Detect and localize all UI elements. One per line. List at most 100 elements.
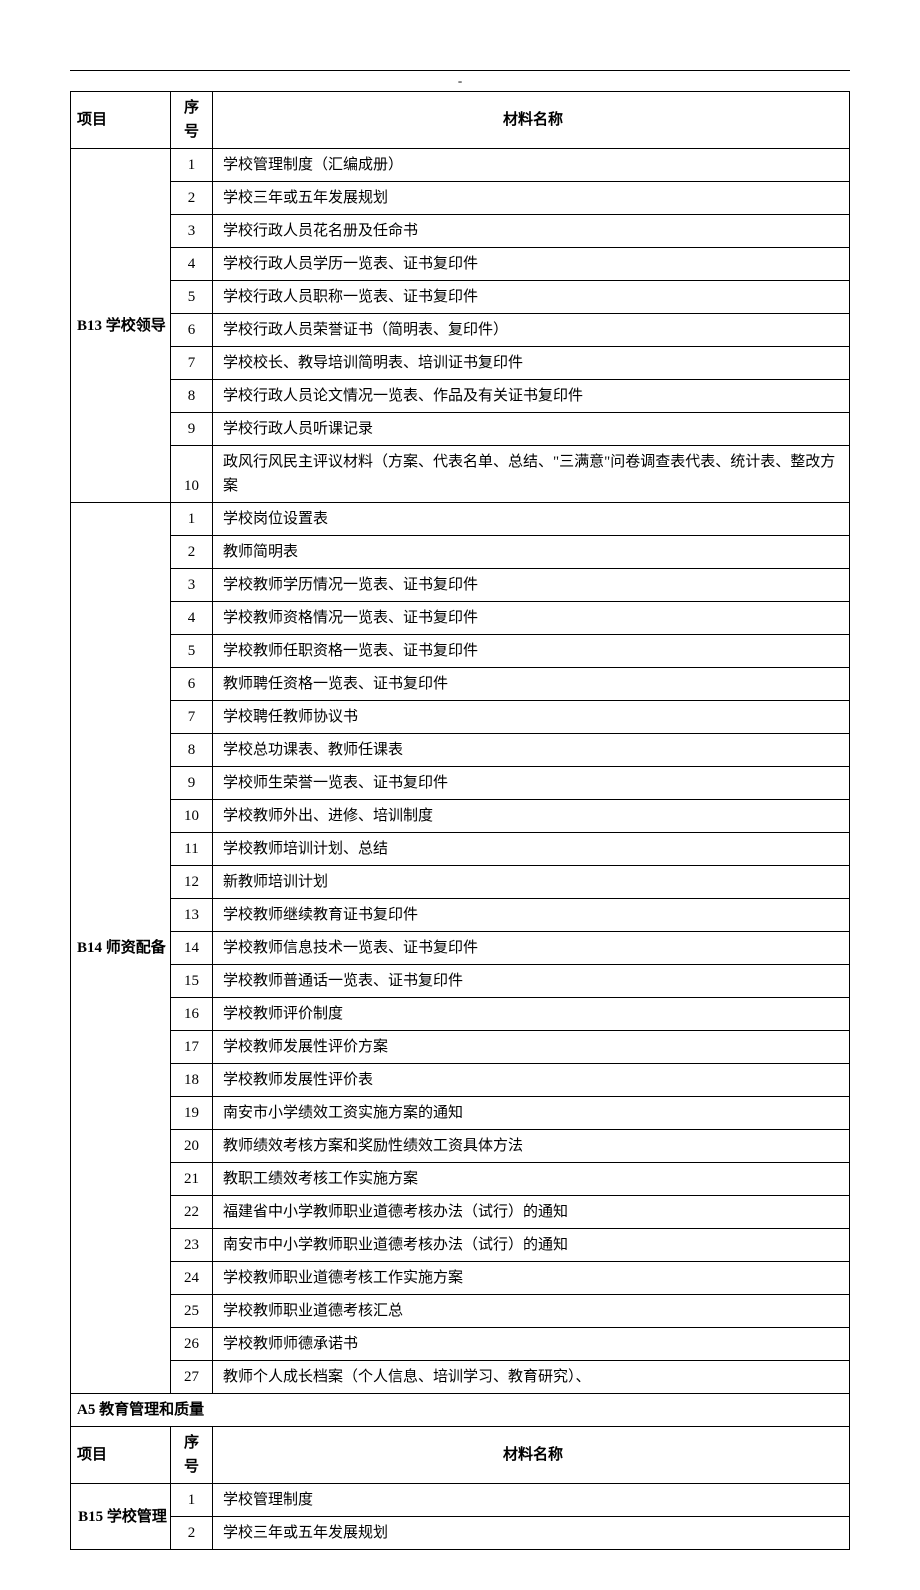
seq-cell: 1: [171, 503, 213, 536]
seq-cell: 26: [171, 1328, 213, 1361]
section-a5-heading: A5 教育管理和质量: [71, 1394, 850, 1427]
table-row: 6教师聘任资格一览表、证书复印件: [71, 668, 850, 701]
table-row: 7学校校长、教导培训简明表、培训证书复印件: [71, 347, 850, 380]
materials-table: 项目 序号 材料名称 B13 学校领导 1 学校管理制度（汇编成册） 2学校三年…: [70, 91, 850, 1550]
seq-cell: 24: [171, 1262, 213, 1295]
header-name: 材料名称: [213, 92, 850, 149]
table-row: 13学校教师继续教育证书复印件: [71, 899, 850, 932]
seq-cell: 12: [171, 866, 213, 899]
name-cell: 学校教师师德承诺书: [213, 1328, 850, 1361]
project-b13: B13 学校领导: [71, 149, 171, 503]
seq-cell: 16: [171, 998, 213, 1031]
header-project: 项目: [71, 92, 171, 149]
name-cell: 教师个人成长档案（个人信息、培训学习、教育研究）、: [213, 1361, 850, 1394]
seq-cell: 3: [171, 215, 213, 248]
table-row: 5学校教师任职资格一览表、证书复印件: [71, 635, 850, 668]
project-b14: B14 师资配备: [71, 503, 171, 1394]
seq-cell: 8: [171, 380, 213, 413]
name-cell: 学校教师继续教育证书复印件: [213, 899, 850, 932]
name-cell: 南安市中小学教师职业道德考核办法（试行）的通知: [213, 1229, 850, 1262]
seq-cell: 20: [171, 1130, 213, 1163]
name-cell: 南安市小学绩效工资实施方案的通知: [213, 1097, 850, 1130]
name-cell: 学校教师信息技术一览表、证书复印件: [213, 932, 850, 965]
seq-cell: 7: [171, 701, 213, 734]
name-cell: 学校教师资格情况一览表、证书复印件: [213, 602, 850, 635]
name-cell: 学校聘任教师协议书: [213, 701, 850, 734]
table-row: 8学校行政人员论文情况一览表、作品及有关证书复印件: [71, 380, 850, 413]
name-cell: 学校行政人员听课记录: [213, 413, 850, 446]
name-cell: 学校教师发展性评价方案: [213, 1031, 850, 1064]
seq-cell: 2: [171, 1517, 213, 1550]
table-row: 4学校行政人员学历一览表、证书复印件: [71, 248, 850, 281]
name-cell: 学校教师职业道德考核汇总: [213, 1295, 850, 1328]
header-project-2: 项目: [71, 1427, 171, 1484]
name-cell: 学校行政人员学历一览表、证书复印件: [213, 248, 850, 281]
seq-cell: 10: [171, 446, 213, 503]
table-row: 20教师绩效考核方案和奖励性绩效工资具体方法: [71, 1130, 850, 1163]
seq-cell: 5: [171, 281, 213, 314]
seq-cell: 25: [171, 1295, 213, 1328]
seq-cell: 19: [171, 1097, 213, 1130]
header-name-2: 材料名称: [213, 1427, 850, 1484]
table-row: 18学校教师发展性评价表: [71, 1064, 850, 1097]
seq-cell: 4: [171, 602, 213, 635]
table-row: 24学校教师职业道德考核工作实施方案: [71, 1262, 850, 1295]
name-cell: 学校行政人员荣誉证书（简明表、复印件）: [213, 314, 850, 347]
table-row: 16学校教师评价制度: [71, 998, 850, 1031]
name-cell: 学校师生荣誉一览表、证书复印件: [213, 767, 850, 800]
name-cell: 学校岗位设置表: [213, 503, 850, 536]
seq-cell: 8: [171, 734, 213, 767]
table-row: 11学校教师培训计划、总结: [71, 833, 850, 866]
seq-cell: 5: [171, 635, 213, 668]
table-row: 22福建省中小学教师职业道德考核办法（试行）的通知: [71, 1196, 850, 1229]
name-cell: 学校行政人员论文情况一览表、作品及有关证书复印件: [213, 380, 850, 413]
section-a5-row: A5 教育管理和质量: [71, 1394, 850, 1427]
name-cell: 学校三年或五年发展规划: [213, 182, 850, 215]
table-row: 15学校教师普通话一览表、证书复印件: [71, 965, 850, 998]
table-row: 9学校行政人员听课记录: [71, 413, 850, 446]
table-row: B15 学校管理 1 学校管理制度: [71, 1484, 850, 1517]
table-row: 14学校教师信息技术一览表、证书复印件: [71, 932, 850, 965]
name-cell: 学校管理制度: [213, 1484, 850, 1517]
name-cell: 学校校长、教导培训简明表、培训证书复印件: [213, 347, 850, 380]
project-b15: B15 学校管理: [71, 1484, 171, 1550]
seq-cell: 23: [171, 1229, 213, 1262]
page-top-rule: [70, 70, 850, 71]
table-row: 12新教师培训计划: [71, 866, 850, 899]
table-row: 10政风行风民主评议材料（方案、代表名单、总结、"三满意"问卷调查表代表、统计表…: [71, 446, 850, 503]
table-row: 17学校教师发展性评价方案: [71, 1031, 850, 1064]
table-row: 25学校教师职业道德考核汇总: [71, 1295, 850, 1328]
table-row: B13 学校领导 1 学校管理制度（汇编成册）: [71, 149, 850, 182]
name-cell: 学校教师学历情况一览表、证书复印件: [213, 569, 850, 602]
name-cell: 教师聘任资格一览表、证书复印件: [213, 668, 850, 701]
name-cell: 学校管理制度（汇编成册）: [213, 149, 850, 182]
seq-cell: 2: [171, 182, 213, 215]
table-row: 5学校行政人员职称一览表、证书复印件: [71, 281, 850, 314]
table-row: B14 师资配备 1 学校岗位设置表: [71, 503, 850, 536]
name-cell: 学校教师任职资格一览表、证书复印件: [213, 635, 850, 668]
seq-cell: 1: [171, 1484, 213, 1517]
name-cell: 教职工绩效考核工作实施方案: [213, 1163, 850, 1196]
name-cell: 福建省中小学教师职业道德考核办法（试行）的通知: [213, 1196, 850, 1229]
seq-cell: 21: [171, 1163, 213, 1196]
seq-cell: 6: [171, 314, 213, 347]
seq-cell: 2: [171, 536, 213, 569]
table-row: 4学校教师资格情况一览表、证书复印件: [71, 602, 850, 635]
table-header-row-2: 项目 序号 材料名称: [71, 1427, 850, 1484]
name-cell: 学校教师普通话一览表、证书复印件: [213, 965, 850, 998]
seq-cell: 1: [171, 149, 213, 182]
seq-cell: 13: [171, 899, 213, 932]
seq-cell: 7: [171, 347, 213, 380]
name-cell: 学校总功课表、教师任课表: [213, 734, 850, 767]
table-row: 2学校三年或五年发展规划: [71, 182, 850, 215]
table-row: 2教师简明表: [71, 536, 850, 569]
table-row: 3学校教师学历情况一览表、证书复印件: [71, 569, 850, 602]
name-cell: 学校三年或五年发展规划: [213, 1517, 850, 1550]
seq-cell: 9: [171, 767, 213, 800]
seq-cell: 14: [171, 932, 213, 965]
table-row: 3学校行政人员花名册及任命书: [71, 215, 850, 248]
seq-cell: 15: [171, 965, 213, 998]
name-cell: 教师简明表: [213, 536, 850, 569]
seq-cell: 10: [171, 800, 213, 833]
header-seq-2: 序号: [171, 1427, 213, 1484]
